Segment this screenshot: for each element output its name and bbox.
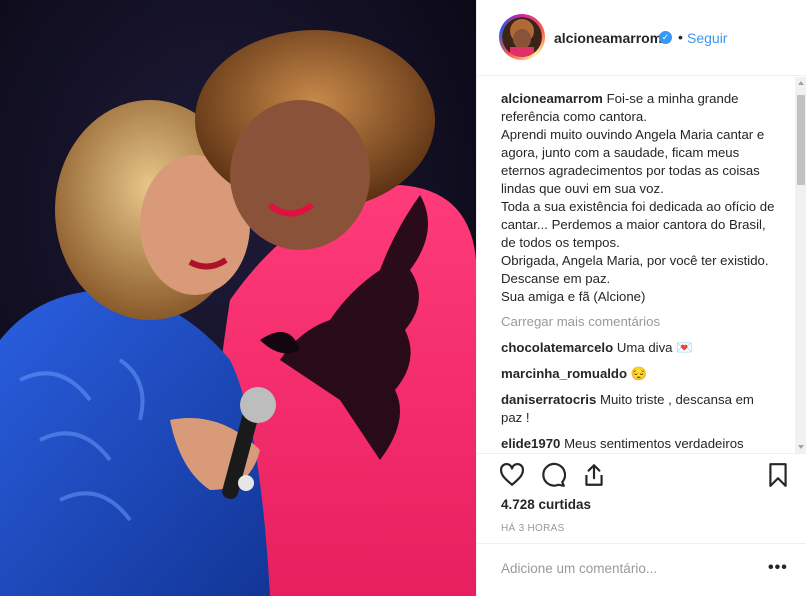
username-link[interactable]: alcioneamarrom [554, 30, 662, 46]
post-image [0, 0, 476, 596]
comment-item: marcinha_romualdo 😔 [501, 365, 777, 383]
comment-item: daniserratocris Muito triste , descansa … [501, 391, 777, 427]
caption-username[interactable]: alcioneamarrom [501, 91, 603, 106]
divider [477, 543, 806, 544]
comment-item: elide1970 Meus sentimentos verdadeiros [501, 435, 777, 453]
post-side-panel: alcioneamarrom ✓ • Seguir alcioneamarrom… [476, 0, 806, 596]
comment-item: chocolatemarcelo Uma diva 💌 [501, 339, 777, 357]
add-comment-input[interactable]: Adicione um comentário... [501, 561, 657, 576]
caption-line: Descanse em paz. [501, 271, 611, 286]
comment-text: Meus sentimentos verdadeiros [564, 436, 744, 451]
comments-area[interactable]: alcioneamarrom Foi-se a minha grande ref… [477, 77, 795, 453]
scroll-down-arrow-icon[interactable] [798, 445, 804, 449]
comments-scrollbar[interactable] [795, 77, 806, 453]
avatar-image [502, 17, 542, 57]
likes-count[interactable]: 4.728 curtidas [501, 497, 591, 512]
post-timestamp[interactable]: HÁ 3 HORAS [501, 523, 565, 534]
post-photo[interactable] [0, 0, 476, 596]
love-letter-emoji: 💌 [676, 340, 693, 355]
comment-username[interactable]: daniserratocris [501, 392, 596, 407]
comment-username[interactable]: chocolatemarcelo [501, 340, 613, 355]
caption-line: Obrigada, Angela Maria, por você ter exi… [501, 253, 769, 268]
post-header: alcioneamarrom ✓ • Seguir [477, 0, 806, 76]
more-options-icon[interactable]: ••• [768, 559, 788, 577]
comment-icon[interactable] [540, 462, 566, 488]
caption-line: Toda a sua existência foi dedicada ao of… [501, 199, 775, 250]
divider [477, 453, 806, 454]
follow-button[interactable]: Seguir [687, 30, 727, 46]
share-icon[interactable] [581, 462, 607, 488]
scroll-up-arrow-icon[interactable] [798, 81, 804, 85]
caption-line: Sua amiga e fã (Alcione) [501, 289, 646, 304]
pensive-emoji: 😔 [630, 366, 648, 381]
caption: alcioneamarrom Foi-se a minha grande ref… [501, 90, 777, 306]
verified-badge-icon: ✓ [659, 31, 672, 44]
comment-username[interactable]: elide1970 [501, 436, 560, 451]
heart-icon[interactable] [499, 462, 525, 488]
comment-text: Uma diva [616, 340, 673, 355]
caption-line: Aprendi muito ouvindo Angela Maria canta… [501, 127, 765, 196]
comment-username[interactable]: marcinha_romualdo [501, 366, 627, 381]
bookmark-icon[interactable] [765, 462, 791, 488]
separator-dot: • [678, 29, 683, 45]
load-more-comments[interactable]: Carregar mais comentários [501, 313, 777, 331]
avatar[interactable] [499, 14, 545, 60]
scroll-thumb[interactable] [797, 95, 805, 185]
